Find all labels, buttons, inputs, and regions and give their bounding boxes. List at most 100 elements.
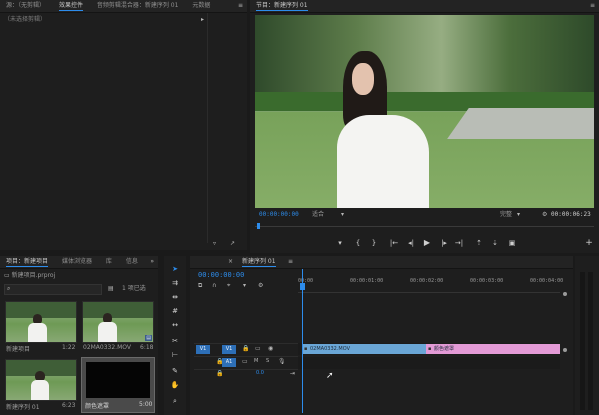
- quality-dropdown[interactable]: 完整: [500, 210, 512, 220]
- track-area[interactable]: ▪ 02MA0332.MOV ▪ 颜色遮罩 ➚: [298, 269, 560, 413]
- project-item[interactable]: [5, 301, 77, 343]
- effect-controls-divider: [207, 13, 208, 243]
- zoom-tool-icon[interactable]: ⌕: [170, 396, 180, 406]
- panel-menu-icon[interactable]: ≡: [590, 2, 595, 9]
- add-button-icon[interactable]: +: [584, 238, 594, 248]
- sync-lock-icon[interactable]: ▭: [242, 358, 248, 365]
- clip-container: ▪ 02MA0332.MOV ▪ 颜色遮罩: [302, 344, 560, 354]
- search-input[interactable]: ⌕: [4, 284, 102, 295]
- linked-selection-icon[interactable]: ⌖: [227, 282, 230, 290]
- track-target-a1[interactable]: A1: [222, 358, 236, 367]
- timeline-clip[interactable]: ▪ 02MA0332.MOV: [302, 344, 426, 354]
- go-to-end-icon[interactable]: ⇥: [290, 370, 295, 377]
- tab-libraries[interactable]: 库: [100, 256, 118, 268]
- meter-right: [588, 272, 593, 410]
- project-item-name: 新建项目: [6, 346, 31, 353]
- track-target-v1[interactable]: V1: [222, 345, 236, 354]
- slip-tool-icon[interactable]: ⊢: [170, 350, 180, 360]
- add-marker-icon[interactable]: ▾: [243, 282, 246, 289]
- wrench-icon[interactable]: ⚙: [542, 210, 547, 220]
- nest-icon[interactable]: ⧉: [198, 282, 202, 290]
- rolling-edit-tool-icon[interactable]: #: [170, 306, 180, 316]
- extract-icon[interactable]: ⇣: [490, 238, 500, 248]
- filter-icon[interactable]: ▿: [213, 240, 216, 247]
- step-back-icon[interactable]: ◂|: [406, 238, 416, 248]
- go-to-in-icon[interactable]: |←: [389, 238, 399, 248]
- project-file-row: ▭ 新建项目.prproj: [4, 271, 154, 280]
- scroll-bottom-knob[interactable]: [563, 348, 567, 352]
- new-bin-icon[interactable]: ▤: [108, 284, 114, 294]
- tab-source[interactable]: 源：（无剪辑）: [0, 0, 51, 12]
- clip-badge-icon: ▤: [145, 335, 152, 341]
- track-select-tool-icon[interactable]: ⇉: [170, 278, 180, 288]
- timeline-settings-icon[interactable]: ⚙: [258, 282, 263, 289]
- program-timecode[interactable]: 00:00:00:00: [259, 210, 299, 220]
- step-forward-icon[interactable]: |▸: [439, 238, 449, 248]
- program-scrubber[interactable]: [255, 223, 594, 229]
- lock-icon[interactable]: 🔒: [216, 370, 223, 377]
- playhead-handle[interactable]: [300, 283, 305, 290]
- effect-controls-panel: 源：（无剪辑） 效果控件 音频剪辑混合器：新建序列 01 元数据 ≡ （未选择剪…: [0, 0, 247, 250]
- project-item[interactable]: ▤: [82, 301, 154, 343]
- project-item[interactable]: [5, 359, 77, 401]
- sync-lock-icon[interactable]: ▭: [255, 345, 261, 352]
- fit-dropdown[interactable]: 适合: [312, 210, 324, 220]
- project-item-selected[interactable]: 颜色遮罩 5:00: [81, 357, 155, 413]
- no-clip-label: （未选择剪辑）: [4, 16, 47, 23]
- expand-arrow-icon[interactable]: ▸: [201, 15, 204, 25]
- program-video-frame[interactable]: [255, 15, 594, 208]
- scrubber-playhead[interactable]: [257, 223, 260, 229]
- track-header-master: 🔒 0.0 ⇥: [194, 370, 298, 380]
- project-item-duration: 6:18: [140, 344, 154, 351]
- timeline-playhead[interactable]: [302, 269, 303, 413]
- play-icon[interactable]: ▶: [422, 238, 432, 248]
- master-value[interactable]: 0.0: [256, 370, 264, 376]
- lock-icon[interactable]: 🔒: [242, 345, 249, 352]
- selection-tool-icon[interactable]: ➤: [170, 264, 180, 274]
- fit-chevron-icon[interactable]: ▾: [341, 210, 344, 220]
- pen-tool-icon[interactable]: ✎: [170, 366, 180, 376]
- tab-effect-controls[interactable]: 效果控件: [53, 0, 89, 12]
- subject-face: [352, 63, 374, 95]
- tab-metadata[interactable]: 元数据: [186, 0, 216, 12]
- eye-icon[interactable]: ◉: [268, 345, 273, 352]
- microphone-icon[interactable]: 🎙: [278, 358, 286, 365]
- timeline-timecode[interactable]: 00:00:00:00: [198, 271, 244, 279]
- lock-icon[interactable]: 🔒: [216, 358, 223, 365]
- tab-audio-clip-mixer[interactable]: 音频剪辑混合器：新建序列 01: [91, 0, 185, 12]
- export-icon[interactable]: ↗: [230, 240, 235, 247]
- add-marker-icon[interactable]: ▾: [335, 238, 345, 248]
- project-tabbar: 项目：新建项目 媒体浏览器 库 信息 »: [0, 256, 158, 269]
- solo-icon[interactable]: S: [266, 358, 269, 364]
- scroll-top-knob[interactable]: [563, 292, 567, 296]
- ruler-label: 00:00:01:00: [350, 278, 384, 284]
- tab-program[interactable]: 节目：新建序列 01: [250, 0, 314, 12]
- go-to-out-icon[interactable]: →|: [454, 238, 464, 248]
- source-patch-v1[interactable]: V1: [196, 345, 210, 354]
- rate-stretch-tool-icon[interactable]: ↔: [170, 320, 180, 330]
- panel-menu-icon[interactable]: ≡: [288, 258, 293, 265]
- project-item-name: 颜色遮罩: [85, 403, 110, 410]
- tab-info[interactable]: 信息: [120, 256, 144, 268]
- mute-icon[interactable]: M: [254, 358, 258, 364]
- timeline-clip-label: 02MA0332.MOV: [310, 346, 350, 352]
- lift-icon[interactable]: ⇡: [474, 238, 484, 248]
- quality-chevron-icon[interactable]: ▾: [517, 210, 520, 220]
- tab-sequence[interactable]: 新建序列 01: [236, 256, 282, 268]
- close-icon[interactable]: ×: [228, 258, 233, 265]
- mark-out-icon[interactable]: }: [369, 238, 379, 248]
- timeline-clip[interactable]: ▪ 颜色遮罩: [426, 344, 560, 354]
- razor-tool-icon[interactable]: ✂: [170, 336, 180, 346]
- more-panels-icon[interactable]: »: [150, 258, 154, 265]
- tab-media-browser[interactable]: 媒体浏览器: [56, 256, 98, 268]
- tab-project[interactable]: 项目：新建项目: [0, 256, 54, 268]
- time-ruler[interactable]: 00:00 00:00:01:00 00:00:02:00 00:00:03:0…: [298, 270, 563, 293]
- ripple-edit-tool-icon[interactable]: ⇹: [170, 292, 180, 302]
- panel-menu-icon[interactable]: ≡: [238, 2, 243, 9]
- vertical-scrollbar[interactable]: [562, 286, 568, 412]
- export-frame-icon[interactable]: ▣: [507, 238, 517, 248]
- snap-icon[interactable]: ∩: [212, 282, 216, 289]
- mark-in-icon[interactable]: {: [353, 238, 363, 248]
- project-item-duration: 6:23: [62, 402, 76, 409]
- hand-tool-icon[interactable]: ✋: [170, 380, 180, 390]
